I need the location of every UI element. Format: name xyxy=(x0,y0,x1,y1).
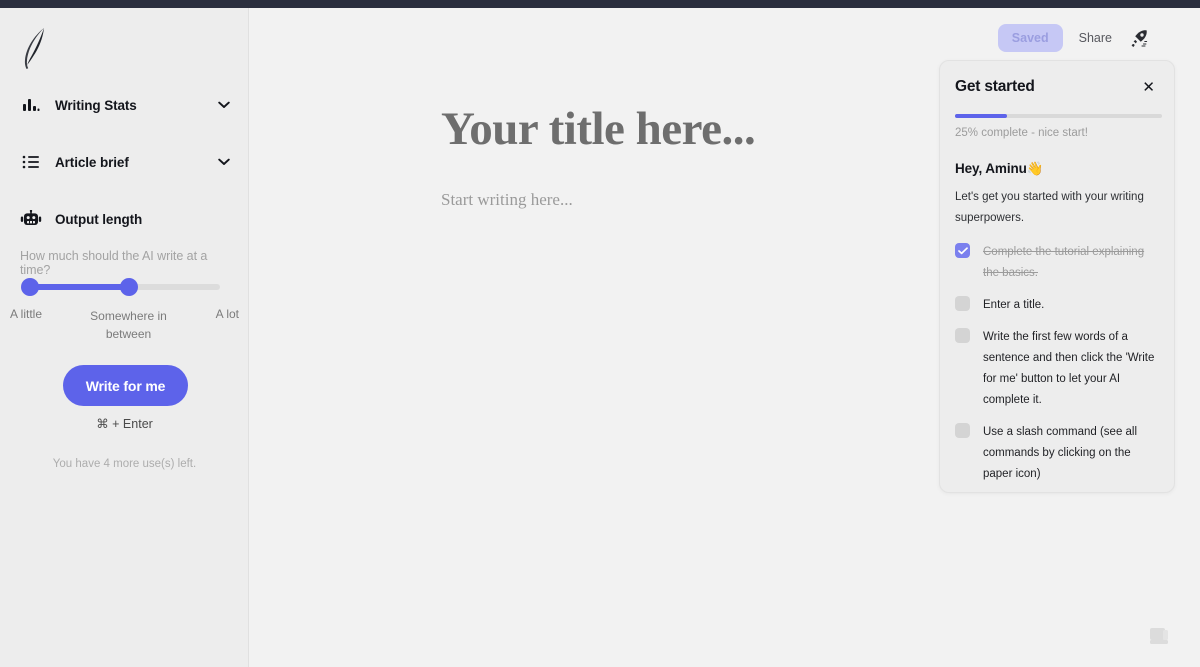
sidebar-item-output-length[interactable]: Output length xyxy=(20,206,230,232)
checkbox-checked-icon[interactable] xyxy=(955,243,970,258)
robot-icon xyxy=(20,208,42,230)
saved-status-badge: Saved xyxy=(997,24,1063,52)
sidebar-item-label: Article brief xyxy=(55,154,129,170)
output-length-helper: How much should the AI write at a time? xyxy=(20,249,208,277)
progress-caption: 25% complete - nice start! xyxy=(955,127,1088,139)
panel-header: Get started ✕ xyxy=(955,75,1159,99)
panel-greeting: Hey, Aminu👋 xyxy=(955,161,1159,177)
onboarding-checklist: Complete the tutorial explaining the bas… xyxy=(955,242,1159,485)
close-icon[interactable]: ✕ xyxy=(1138,78,1159,97)
sidebar: Writing Stats Article brief Output lengt… xyxy=(0,8,249,667)
waving-hand-icon: 👋 xyxy=(1026,161,1044,176)
slider-knob-handle[interactable] xyxy=(120,278,138,296)
uses-remaining-text: You have 4 more use(s) left. xyxy=(52,458,197,470)
checklist-item[interactable]: Write the first few words of a sentence … xyxy=(955,327,1159,411)
sidebar-item-writing-stats[interactable]: Writing Stats xyxy=(20,92,230,118)
checkbox-icon[interactable] xyxy=(955,296,970,311)
get-started-panel: Get started ✕ 25% complete - nice start!… xyxy=(939,60,1175,493)
slider-label-min: A little xyxy=(10,307,43,321)
chevron-down-icon[interactable] xyxy=(217,98,231,112)
top-toolbar: Saved Share xyxy=(997,24,1150,52)
panel-intro-text: Let's get you started with your writing … xyxy=(955,191,1144,224)
chevron-down-icon[interactable] xyxy=(217,155,231,169)
onboarding-progress-fill xyxy=(955,114,1007,118)
rocket-button[interactable] xyxy=(1128,27,1150,49)
checklist-item-label: Enter a title. xyxy=(983,299,1045,311)
checklist-item[interactable]: Use a slash command (see all commands by… xyxy=(955,422,1159,485)
paper-commands-icon xyxy=(1150,628,1168,644)
onboarding-progress-bar xyxy=(955,114,1162,118)
sidebar-item-label: Output length xyxy=(55,211,143,227)
checklist-item[interactable]: Enter a title. xyxy=(955,295,1159,316)
list-icon xyxy=(20,151,42,173)
slider-label-max: A lot xyxy=(215,307,239,321)
checklist-item-label: Complete the tutorial explaining the bas… xyxy=(983,246,1145,279)
feather-quill-icon xyxy=(24,28,44,69)
rocket-icon xyxy=(1131,30,1148,47)
output-length-slider[interactable] xyxy=(21,278,220,296)
checkbox-icon[interactable] xyxy=(955,423,970,438)
write-for-me-button[interactable]: Write for me xyxy=(63,365,188,406)
slider-label-mid: Somewhere in between xyxy=(90,309,167,341)
slider-knob-origin xyxy=(21,278,39,296)
app-logo[interactable] xyxy=(14,24,54,72)
document-body-placeholder[interactable]: Start writing here... xyxy=(441,190,573,210)
checklist-item-label: Write the first few words of a sentence … xyxy=(983,331,1155,406)
sidebar-item-label: Writing Stats xyxy=(55,97,137,113)
checklist-item[interactable]: Complete the tutorial explaining the bas… xyxy=(955,242,1159,284)
panel-title: Get started xyxy=(955,78,1035,95)
bar-chart-icon xyxy=(20,94,42,116)
checkbox-icon[interactable] xyxy=(955,328,970,343)
document-title-placeholder[interactable]: Your title here... xyxy=(441,102,756,156)
slider-fill xyxy=(24,284,130,290)
top-window-strip xyxy=(0,0,1200,8)
share-button[interactable]: Share xyxy=(1077,27,1114,49)
keyboard-shortcut-hint: ⌘ + Enter xyxy=(96,417,153,431)
sidebar-item-article-brief[interactable]: Article brief xyxy=(20,149,230,175)
paper-commands-button[interactable] xyxy=(1146,623,1172,649)
checklist-item-label: Use a slash command (see all commands by… xyxy=(983,426,1138,480)
greeting-text: Hey, Aminu xyxy=(955,161,1027,176)
slider-tick-labels: A little Somewhere in between A lot xyxy=(10,307,239,343)
